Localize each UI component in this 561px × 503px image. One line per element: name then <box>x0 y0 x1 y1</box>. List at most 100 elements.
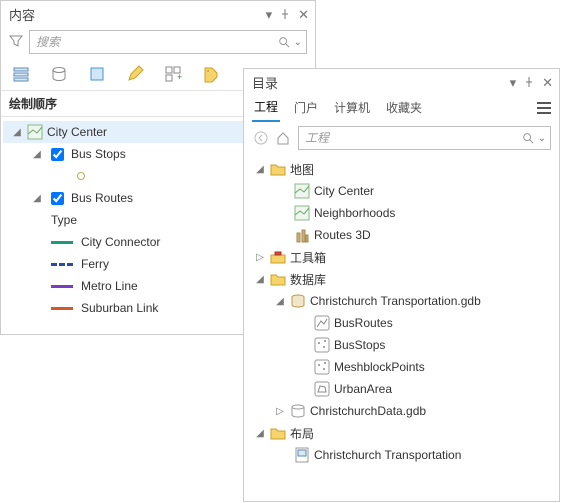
search-options-icon[interactable]: ⌄ <box>534 133 546 144</box>
line-symbol-icon <box>51 285 73 288</box>
close-icon[interactable]: ✕ <box>542 75 553 91</box>
toolbox-icon <box>270 249 286 265</box>
collapse-icon[interactable]: ◢ <box>254 164 266 175</box>
renderer-field-label: Type <box>51 213 77 227</box>
list-by-selection-icon[interactable] <box>87 64 107 84</box>
fc-urbanarea[interactable]: UrbanArea <box>246 378 557 400</box>
line-featureclass-icon <box>314 315 330 331</box>
list-by-labeling-icon[interactable] <box>201 64 221 84</box>
panel-menu-icon[interactable] <box>537 102 551 117</box>
expand-icon[interactable]: ▷ <box>254 252 266 263</box>
visibility-checkbox[interactable] <box>51 148 64 161</box>
tab-portal[interactable]: 门户 <box>292 97 320 121</box>
catalog-window-controls: ▾ ✕ <box>510 75 553 91</box>
expand-icon[interactable]: ▷ <box>274 406 286 417</box>
node-gdb2[interactable]: ▷ ChristchurchData.gdb <box>246 400 557 422</box>
collapse-icon[interactable]: ◢ <box>11 127 23 138</box>
map-icon <box>27 124 43 140</box>
catalog-nav <box>252 129 292 147</box>
collapse-icon[interactable]: ◢ <box>31 193 43 204</box>
catalog-path-input[interactable] <box>303 130 522 146</box>
list-by-source-icon[interactable] <box>49 64 69 84</box>
fc-meshblock[interactable]: MeshblockPoints <box>246 356 557 378</box>
list-by-editing-icon[interactable] <box>125 64 145 84</box>
tab-project[interactable]: 工程 <box>252 96 280 122</box>
catalog-titlebar: 目录 ▾ ✕ <box>244 69 559 94</box>
filter-icon[interactable] <box>9 34 23 51</box>
map-icon <box>294 205 310 221</box>
layer-label: Bus Routes <box>71 191 133 205</box>
item-label: Neighborhoods <box>314 206 395 220</box>
catalog-path-box[interactable]: ⌄ <box>298 126 551 150</box>
node-maps[interactable]: ◢ 地图 <box>246 158 557 180</box>
geodatabase-icon <box>290 293 306 309</box>
node-toolboxes[interactable]: ▷ 工具箱 <box>246 246 557 268</box>
collapse-icon[interactable]: ◢ <box>254 274 266 285</box>
search-options-icon[interactable]: ⌄ <box>290 37 302 48</box>
class-label: City Connector <box>81 235 160 249</box>
fc-busroutes[interactable]: BusRoutes <box>246 312 557 334</box>
node-databases[interactable]: ◢ 数据库 <box>246 268 557 290</box>
node-label: 数据库 <box>290 271 326 288</box>
class-label: Metro Line <box>81 279 138 293</box>
back-icon[interactable] <box>252 129 270 147</box>
folder-icon <box>270 161 286 177</box>
visibility-checkbox[interactable] <box>51 192 64 205</box>
node-gdb1[interactable]: ◢ Christchurch Transportation.gdb <box>246 290 557 312</box>
search-icon[interactable] <box>278 36 290 48</box>
catalog-pathbar: ⌄ <box>244 122 559 154</box>
pin-icon[interactable] <box>280 7 290 23</box>
catalog-title: 目录 <box>252 73 510 92</box>
fc-label: MeshblockPoints <box>334 360 425 374</box>
point-symbol-icon <box>77 172 85 180</box>
collapse-icon[interactable]: ◢ <box>274 296 286 307</box>
svg-text:+: + <box>177 72 182 82</box>
contents-search-input[interactable] <box>34 34 278 50</box>
gdb-label: ChristchurchData.gdb <box>310 404 426 418</box>
collapse-icon[interactable]: ◢ <box>31 149 43 160</box>
catalog-tree: ◢ 地图 City Center Neighborhoods Routes 3D… <box>244 154 559 470</box>
scene-icon <box>294 227 310 243</box>
layout-icon <box>294 447 310 463</box>
list-by-drawing-icon[interactable] <box>11 64 31 84</box>
point-featureclass-icon <box>314 359 330 375</box>
collapse-icon[interactable]: ◢ <box>254 428 266 439</box>
map-icon <box>294 183 310 199</box>
line-symbol-icon <box>51 241 73 244</box>
pin-icon[interactable] <box>524 75 534 91</box>
folder-icon <box>270 271 286 287</box>
catalog-tabs: 工程 门户 计算机 收藏夹 <box>244 94 559 122</box>
item-routes3d-scene[interactable]: Routes 3D <box>246 224 557 246</box>
fc-label: BusStops <box>334 338 385 352</box>
point-featureclass-icon <box>314 337 330 353</box>
item-neighborhoods-map[interactable]: Neighborhoods <box>246 202 557 224</box>
node-label: 地图 <box>290 161 314 178</box>
list-by-snapping-icon[interactable]: + <box>163 64 183 84</box>
home-icon[interactable] <box>274 129 292 147</box>
contents-titlebar: 内容 ▾ ✕ <box>1 1 315 26</box>
fc-busstops[interactable]: BusStops <box>246 334 557 356</box>
tab-favorites[interactable]: 收藏夹 <box>384 97 424 121</box>
fc-label: UrbanArea <box>334 382 392 396</box>
layer-label: Bus Stops <box>71 147 126 161</box>
contents-title: 内容 <box>9 5 266 24</box>
map-node-label: City Center <box>47 125 107 139</box>
node-layouts[interactable]: ◢ 布局 <box>246 422 557 444</box>
item-layout1[interactable]: Christchurch Transportation <box>246 444 557 466</box>
line-symbol-icon <box>51 307 73 310</box>
tab-computer[interactable]: 计算机 <box>332 97 372 121</box>
item-city-center-map[interactable]: City Center <box>246 180 557 202</box>
close-icon[interactable]: ✕ <box>298 7 309 23</box>
polygon-featureclass-icon <box>314 381 330 397</box>
contents-searchbar: ⌄ <box>1 26 315 58</box>
item-label: Christchurch Transportation <box>314 448 461 462</box>
item-label: Routes 3D <box>314 228 371 242</box>
item-label: City Center <box>314 184 374 198</box>
search-icon[interactable] <box>522 132 534 144</box>
node-label: 布局 <box>290 425 314 442</box>
catalog-panel: 目录 ▾ ✕ 工程 门户 计算机 收藏夹 ⌄ <box>243 68 560 502</box>
dropdown-icon[interactable]: ▾ <box>266 7 273 23</box>
dropdown-icon[interactable]: ▾ <box>510 75 517 91</box>
folder-icon <box>270 425 286 441</box>
contents-searchbox[interactable]: ⌄ <box>29 30 307 54</box>
